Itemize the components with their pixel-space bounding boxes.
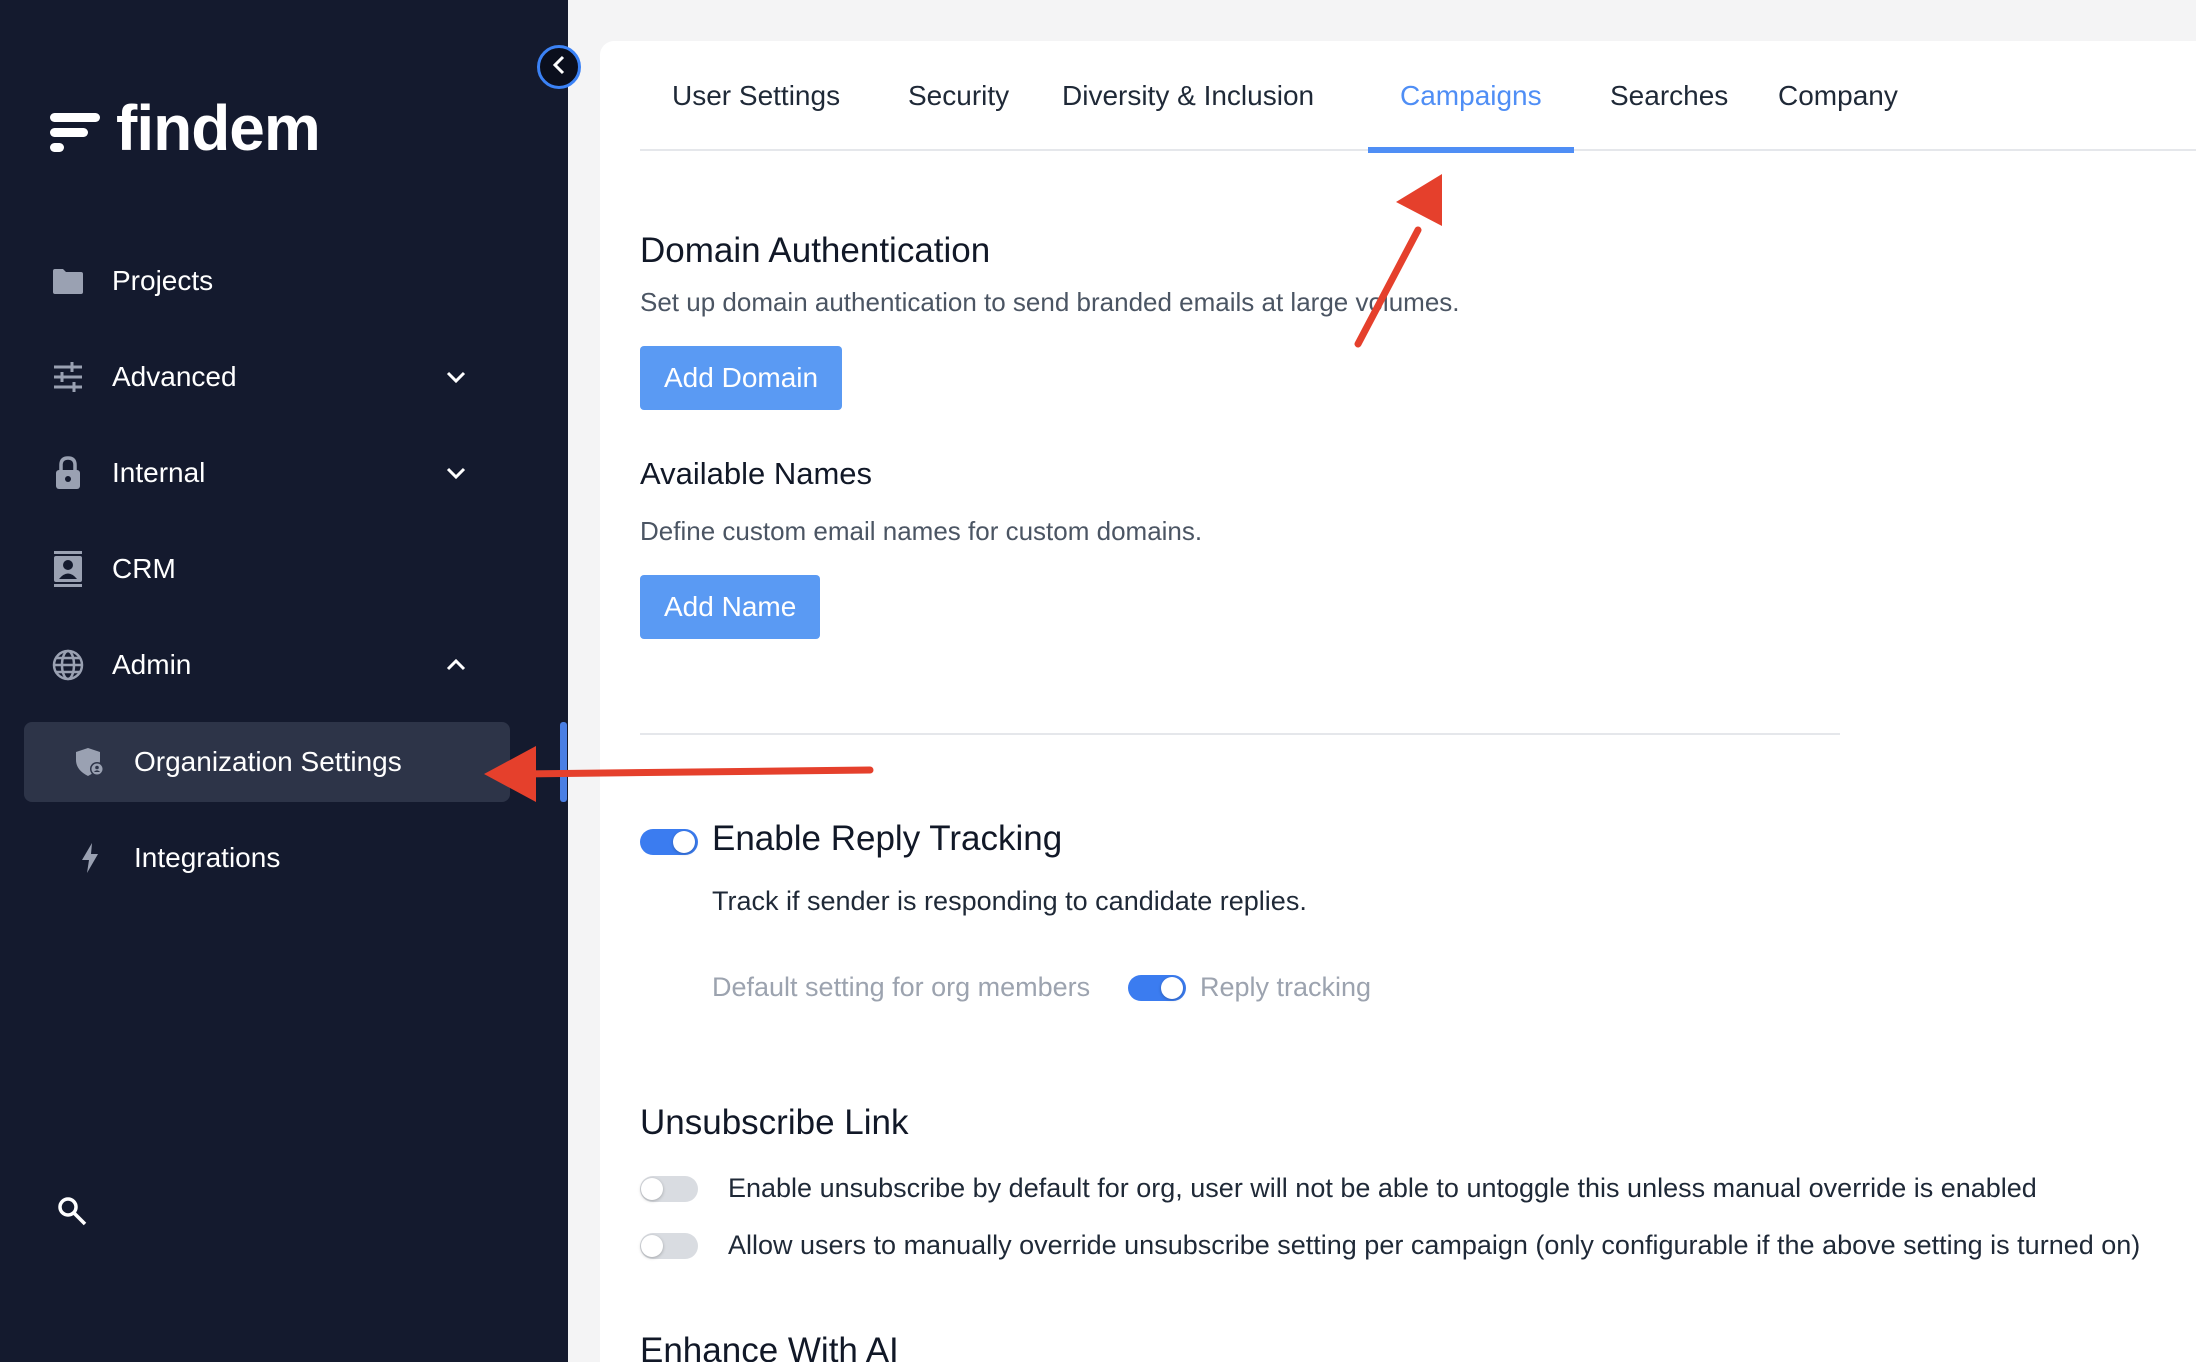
- app-window: findem Projects Advanced Internal CRM Ad…: [0, 0, 2196, 1362]
- tab-company[interactable]: Company: [1746, 41, 1930, 151]
- sidebar-item-label: Integrations: [134, 842, 281, 873]
- tab-searches[interactable]: Searches: [1578, 41, 1760, 151]
- unsubscribe-override-toggle[interactable]: [640, 1233, 698, 1259]
- sidebar-item-admin[interactable]: Admin: [24, 625, 510, 705]
- tab-user-settings[interactable]: User Settings: [640, 41, 872, 151]
- sidebar-item-label: Internal: [112, 457, 206, 488]
- lock-icon: [50, 455, 86, 491]
- sidebar-item-label: Organization Settings: [134, 746, 402, 777]
- sidebar-item-label: Projects: [112, 265, 214, 296]
- sliders-icon: [50, 359, 86, 395]
- brand-name: findem: [116, 92, 321, 164]
- sidebar-item-label: CRM: [112, 553, 176, 584]
- search-icon[interactable]: [56, 1195, 92, 1231]
- sidebar-item-projects[interactable]: Projects: [24, 241, 510, 321]
- reply-tracking-description: Track if sender is responding to candida…: [712, 886, 1307, 916]
- unsubscribe-override-label: Allow users to manually override unsubsc…: [728, 1230, 2141, 1260]
- unsubscribe-default-label: Enable unsubscribe by default for org, u…: [728, 1173, 2037, 1203]
- sidebar-item-label: Advanced: [112, 361, 237, 392]
- contact-card-icon: [50, 551, 86, 587]
- reply-tracking-toggle[interactable]: [640, 829, 698, 855]
- tab-campaigns[interactable]: Campaigns: [1368, 41, 1574, 153]
- chevron-left-icon: [552, 55, 566, 80]
- toggle-knob: [641, 1235, 663, 1257]
- settings-tabs: User Settings Security Diversity & Inclu…: [640, 41, 2196, 153]
- findem-logo[interactable]: findem: [50, 92, 321, 164]
- chevron-down-icon[interactable]: [438, 455, 474, 491]
- sidebar-item-integrations[interactable]: Integrations: [24, 818, 510, 898]
- toggle-knob: [673, 831, 695, 853]
- available-names-title: Available Names: [640, 456, 873, 491]
- tab-security[interactable]: Security: [876, 41, 1041, 151]
- unsubscribe-default-toggle[interactable]: [640, 1176, 698, 1202]
- sidebar: findem Projects Advanced Internal CRM Ad…: [0, 0, 568, 1362]
- toggle-knob: [641, 1178, 663, 1200]
- domain-auth-description: Set up domain authentication to send bra…: [640, 287, 1460, 317]
- sidebar-item-internal[interactable]: Internal: [24, 433, 510, 513]
- sidebar-item-crm[interactable]: CRM: [24, 529, 510, 609]
- enhance-ai-title: Enhance With AI: [640, 1331, 899, 1362]
- sidebar-item-label: Admin: [112, 649, 192, 680]
- default-reply-tracking-toggle[interactable]: [1128, 975, 1186, 1001]
- sidebar-item-organization-settings[interactable]: Organization Settings: [24, 722, 510, 802]
- add-name-button[interactable]: Add Name: [640, 575, 821, 639]
- bolt-icon: [72, 840, 108, 876]
- collapse-sidebar-button[interactable]: [537, 45, 581, 89]
- globe-icon: [50, 647, 86, 683]
- findem-logo-icon: [50, 102, 102, 154]
- available-names-description: Define custom email names for custom dom…: [640, 516, 1203, 546]
- chevron-up-icon[interactable]: [438, 647, 474, 683]
- default-setting-label: Default setting for org members: [712, 972, 1091, 1002]
- tab-diversity-inclusion[interactable]: Diversity & Inclusion: [1030, 41, 1346, 151]
- chevron-down-icon[interactable]: [438, 359, 474, 395]
- folder-icon: [50, 263, 86, 299]
- unsubscribe-title: Unsubscribe Link: [640, 1103, 909, 1142]
- add-domain-button[interactable]: Add Domain: [640, 346, 843, 410]
- active-item-indicator: [560, 722, 567, 802]
- toggle-knob: [1161, 977, 1183, 999]
- shield-user-icon: [72, 744, 108, 780]
- reply-tracking-toggle-label: Reply tracking: [1200, 972, 1372, 1002]
- section-divider: [640, 733, 1840, 735]
- main-panel: User Settings Security Diversity & Inclu…: [600, 41, 2196, 1362]
- domain-auth-title: Domain Authentication: [640, 231, 991, 270]
- sidebar-item-advanced[interactable]: Advanced: [24, 337, 510, 417]
- reply-tracking-title: Enable Reply Tracking: [712, 819, 1063, 858]
